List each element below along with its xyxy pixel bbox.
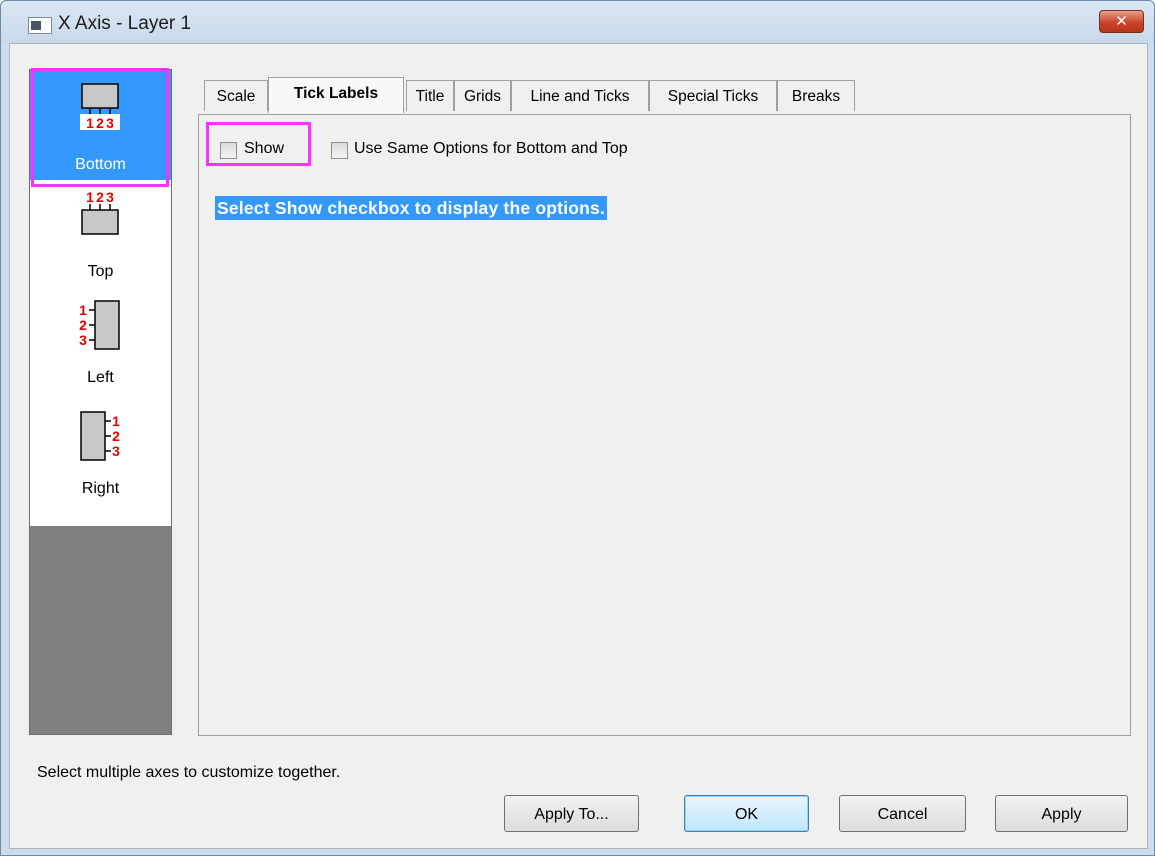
axis-item-top[interactable]: 1 2 3 Top	[30, 187, 171, 297]
axis-label-top: Top	[87, 263, 114, 280]
window-icon	[28, 17, 52, 34]
window-title: X Axis - Layer 1	[58, 13, 192, 34]
tick-digit: 1	[86, 189, 94, 205]
tick-digit: 2	[96, 189, 104, 205]
axis-right-icon: 1 2 3	[80, 411, 120, 461]
tab-tick-labels[interactable]: Tick Labels	[268, 77, 404, 113]
tab-scale[interactable]: Scale	[204, 80, 268, 111]
axis-label-left: Left	[87, 369, 114, 386]
cancel-button[interactable]: Cancel	[839, 795, 966, 832]
status-text: Select multiple axes to customize togeth…	[37, 764, 341, 781]
tick-digit: 2	[112, 428, 120, 444]
tab-title[interactable]: Title	[406, 80, 454, 111]
axis-left-icon: 1 2 3	[79, 300, 120, 350]
tab-grids[interactable]: Grids	[454, 80, 511, 111]
apply-button[interactable]: Apply	[995, 795, 1128, 832]
title-bar[interactable]: X Axis - Layer 1 ✕	[1, 1, 1154, 43]
tick-digit: 1	[112, 413, 120, 429]
close-button[interactable]: ✕	[1099, 10, 1144, 33]
selection-highlight-bottom	[31, 68, 169, 187]
same-options-label[interactable]: Use Same Options for Bottom and Top	[354, 140, 628, 158]
tab-breaks[interactable]: Breaks	[777, 80, 855, 111]
tick-digit: 1	[79, 302, 87, 318]
axis-top-icon: 1 2 3	[81, 189, 119, 235]
hint-text: Select Show checkbox to display the opti…	[215, 196, 608, 220]
show-highlight	[206, 122, 311, 166]
apply-to-button[interactable]: Apply To...	[504, 795, 639, 832]
tab-special-ticks[interactable]: Special Ticks	[649, 80, 777, 111]
same-options-checkbox[interactable]	[331, 142, 348, 159]
axis-item-left[interactable]: 1 2 3 Left	[30, 299, 171, 409]
axis-item-right[interactable]: 1 2 3 Right	[30, 410, 171, 520]
tick-digit: 2	[79, 317, 87, 333]
tick-digit: 3	[79, 332, 87, 348]
tick-digit: 3	[112, 443, 120, 459]
axis-label-right: Right	[81, 480, 120, 497]
tick-digit: 3	[106, 189, 114, 205]
ok-button[interactable]: OK	[684, 795, 809, 832]
tab-line-and-ticks[interactable]: Line and Ticks	[511, 80, 649, 111]
